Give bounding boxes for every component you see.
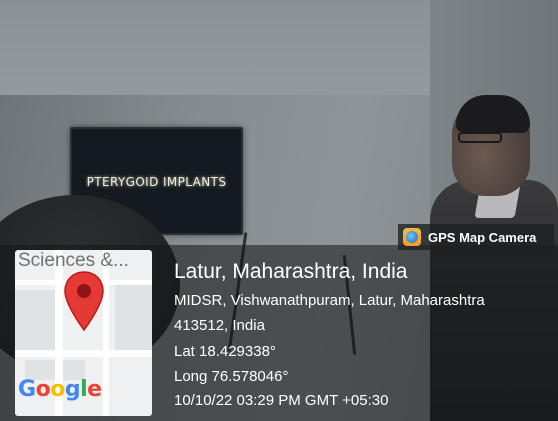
app-badge-label: GPS Map Camera — [428, 229, 537, 245]
date-time: 10/10/22 03:29 PM GMT +05:30 — [174, 392, 389, 409]
location-title: Latur, Maharashtra, India — [174, 260, 408, 283]
presenter-hair — [456, 95, 530, 133]
map-thumbnail: Sciences &... Google — [15, 250, 152, 416]
address-line-2: 413512, India — [174, 317, 265, 334]
app-badge: GPS Map Camera — [398, 224, 554, 250]
map-pin-icon — [64, 271, 104, 332]
photo-scene: PTERYGOID IMPLANTS GPS Map Camera Scienc… — [0, 0, 558, 421]
google-logo: Google — [18, 377, 102, 402]
longitude: Long 76.578046° — [174, 368, 289, 385]
gps-map-camera-icon — [403, 228, 421, 246]
tv-slide-title: PTERYGOID IMPLANTS — [86, 175, 227, 189]
latitude: Lat 18.429338° — [174, 343, 276, 360]
map-place-label: Sciences &... — [18, 250, 129, 271]
address-line-1: MIDSR, Vishwanathpuram, Latur, Maharasht… — [174, 292, 485, 309]
presenter-glasses — [458, 132, 502, 143]
